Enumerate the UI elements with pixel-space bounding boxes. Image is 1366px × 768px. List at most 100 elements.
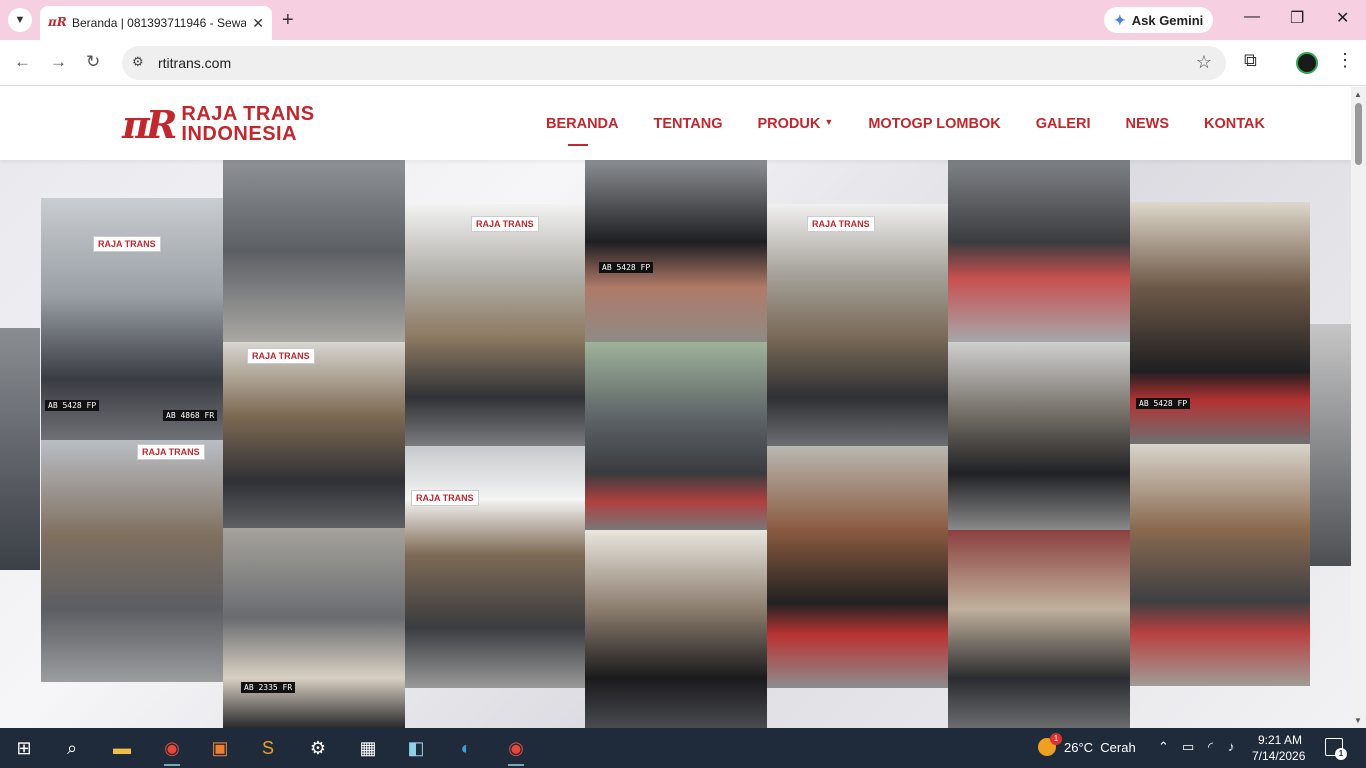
nav-news[interactable]: NEWS xyxy=(1125,116,1169,132)
app-icon[interactable]: ▣ xyxy=(208,736,232,760)
chrome-alt-icon[interactable]: ◉ xyxy=(504,736,528,766)
scrollbar-thumb[interactable] xyxy=(1355,103,1362,165)
close-window-icon[interactable]: ✕ xyxy=(1336,8,1349,28)
collage-photo xyxy=(948,342,1130,530)
edge-icon[interactable]: ◐ xyxy=(454,736,478,760)
tab-search-button[interactable]: ▼ xyxy=(8,8,32,32)
back-icon[interactable]: ← xyxy=(14,52,31,72)
site-favicon-icon: πR xyxy=(48,15,67,29)
chevron-down-icon: ▼ xyxy=(14,14,26,26)
nav-produk-label: PRODUK xyxy=(757,116,821,132)
collage-photo xyxy=(585,342,767,530)
weather-widget[interactable]: 1 26°C Cerah xyxy=(1038,733,1136,756)
sublime-icon[interactable]: S xyxy=(256,736,280,760)
collage-photo xyxy=(1130,444,1310,686)
windows-start-icon[interactable]: ⊞ xyxy=(12,736,36,760)
settings-gear-icon[interactable]: ⚙ xyxy=(306,736,330,760)
scroll-down-icon[interactable]: ▼ xyxy=(1354,716,1362,725)
clock-date: 7/14/2026 xyxy=(1252,749,1306,763)
collage-photo xyxy=(948,160,1130,342)
photo-sign: RAJA TRANS xyxy=(93,236,161,252)
logo-line2: INDONESIA xyxy=(181,123,298,145)
ask-gemini-button[interactable]: ✦ Ask Gemini xyxy=(1104,7,1214,33)
nav-motogp-lombok[interactable]: MOTOGP LOMBOK xyxy=(868,116,1000,132)
nav-beranda[interactable]: BERANDA xyxy=(546,116,619,146)
logo-mark: πR xyxy=(122,101,177,147)
gemini-spark-icon: ✦ xyxy=(1114,11,1126,28)
close-tab-icon[interactable]: ✕ xyxy=(252,15,264,32)
extensions-icon[interactable]: ⧉ xyxy=(1244,50,1257,71)
nav-kontak[interactable]: KONTAK xyxy=(1204,116,1265,132)
notification-count: 1 xyxy=(1335,748,1347,760)
plate-label: AB 5428 FP xyxy=(599,262,654,273)
scroll-up-icon[interactable]: ▲ xyxy=(1354,90,1362,99)
collage-photo: AB 2335 FR xyxy=(223,528,405,728)
reload-icon[interactable]: ↻ xyxy=(86,52,100,72)
photo-sign: RAJA TRANS xyxy=(137,444,205,460)
collage-photo: RAJA TRANS xyxy=(767,204,948,446)
collage-photo: RAJA TRANS xyxy=(223,342,405,528)
browser-toolbar: ← → ↻ ⚙ rtitrans.com ☆ ⧉ ⋮ xyxy=(0,40,1366,86)
collage-photo: AB 5428 FP xyxy=(585,160,767,342)
collage-photo: AB 5428 FP xyxy=(1130,202,1310,444)
notifications-icon[interactable]: 1 xyxy=(1325,738,1347,760)
nav-galeri[interactable]: GALERI xyxy=(1036,116,1091,132)
minimize-icon[interactable]: — xyxy=(1244,8,1260,26)
address-bar[interactable]: ⚙ rtitrans.com ☆ xyxy=(122,46,1226,80)
plate-label: AB 5428 FP xyxy=(45,400,100,411)
collage-photo xyxy=(1310,324,1351,566)
collage-photo xyxy=(948,530,1130,728)
system-clock[interactable]: 9:21 AM 7/14/2026 xyxy=(1252,732,1306,764)
plate-label: AB 5428 FP xyxy=(1136,398,1191,409)
file-explorer-icon[interactable]: ▬ xyxy=(110,736,134,760)
collage-photo xyxy=(767,446,948,688)
collage-photo: RAJA TRANS AB 5428 FP AB 4868 FR xyxy=(41,198,223,440)
tab-strip: ▼ πR Beranda | 081393711946 - Sewa ✕ + ✦… xyxy=(0,0,1366,40)
ask-gemini-label: Ask Gemini xyxy=(1131,12,1204,28)
photo-sign: RAJA TRANS xyxy=(471,216,539,232)
site-header: πR RAJA TRANS INDONESIA BERANDA TENTANG … xyxy=(0,87,1351,160)
chrome-icon[interactable]: ◉ xyxy=(160,736,184,766)
caret-down-icon: ▼ xyxy=(824,117,834,127)
menu-kebab-icon[interactable]: ⋮ xyxy=(1336,50,1354,71)
collage-photo xyxy=(0,328,40,570)
collage-photo: RAJA TRANS xyxy=(41,440,223,682)
nav-tentang[interactable]: TENTANG xyxy=(654,116,723,132)
site-logo[interactable]: πR RAJA TRANS INDONESIA xyxy=(122,101,315,147)
calculator-icon[interactable]: ▦ xyxy=(356,736,380,760)
logo-line1: RAJA TRANS xyxy=(181,103,315,125)
profile-avatar[interactable] xyxy=(1296,52,1318,74)
volume-icon[interactable]: ♪ xyxy=(1228,739,1235,754)
collage-photo xyxy=(585,530,767,728)
bookmark-star-icon[interactable]: ☆ xyxy=(1196,52,1212,73)
plate-label: AB 2335 FR xyxy=(241,682,296,693)
tab-title: Beranda | 081393711946 - Sewa xyxy=(72,16,247,30)
photo-sign: RAJA TRANS xyxy=(411,490,479,506)
weather-badge: 1 xyxy=(1050,733,1062,745)
page-scrollbar[interactable]: ▲ ▼ xyxy=(1351,87,1366,728)
wifi-icon[interactable]: ◜ xyxy=(1208,739,1213,755)
new-tab-icon[interactable]: + xyxy=(282,9,294,32)
notepad-icon[interactable]: ◧ xyxy=(404,736,428,760)
weather-temp: 26°C xyxy=(1064,739,1094,755)
search-icon[interactable]: ⌕ xyxy=(60,736,84,760)
url-text: rtitrans.com xyxy=(158,55,232,71)
collage-photo: RAJA TRANS xyxy=(405,204,585,446)
web-page: πR RAJA TRANS INDONESIA BERANDA TENTANG … xyxy=(0,87,1351,728)
photo-sign: RAJA TRANS xyxy=(247,348,315,364)
site-info-icon[interactable]: ⚙ xyxy=(132,54,144,70)
nav-produk[interactable]: PRODUK ▼ xyxy=(758,116,834,132)
main-nav: BERANDA TENTANG PRODUK ▼ MOTOGP LOMBOK G… xyxy=(546,116,1300,146)
weather-sun-icon: 1 xyxy=(1038,733,1062,756)
weather-text: Cerah xyxy=(1100,739,1136,755)
photo-sign: RAJA TRANS xyxy=(807,216,875,232)
windows-taskbar: ⊞ ⌕ ▬ ◉ ▣ S ⚙ ▦ ◧ ◐ ◉ 1 26°C Cerah ⌃ ▭ ◜… xyxy=(0,728,1366,768)
collage-photo: RAJA TRANS xyxy=(405,446,585,688)
battery-icon[interactable]: ▭ xyxy=(1182,739,1194,755)
active-tab[interactable]: πR Beranda | 081393711946 - Sewa ✕ xyxy=(40,6,272,40)
plate-label: AB 4868 FR xyxy=(163,410,218,421)
restore-icon[interactable]: ❐ xyxy=(1290,8,1304,28)
clock-time: 9:21 AM xyxy=(1257,733,1302,747)
forward-icon[interactable]: → xyxy=(50,52,67,72)
chevron-up-icon[interactable]: ⌃ xyxy=(1158,739,1169,755)
